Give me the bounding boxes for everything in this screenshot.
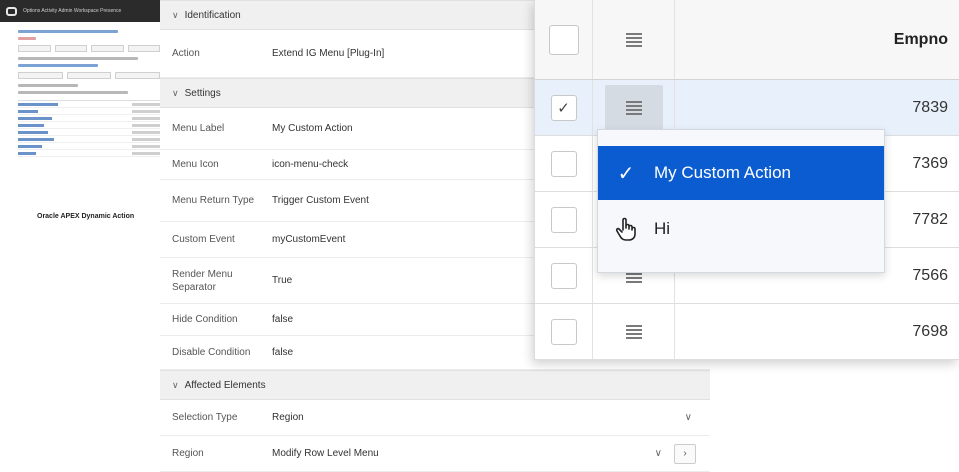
prop-label: Disable Condition: [172, 347, 251, 358]
prop-label: Render Menu Separator: [172, 268, 233, 293]
row-checkbox[interactable]: ✓: [550, 94, 577, 121]
empno-cell[interactable]: 7839: [675, 80, 959, 135]
check-icon: ✓: [617, 162, 635, 185]
collapse-chevron-icon: ∨: [172, 87, 179, 98]
prop-label: Region: [172, 448, 204, 459]
prop-label: Menu Return Type: [172, 195, 255, 206]
prop-value[interactable]: Modify Row Level Menu: [272, 448, 710, 459]
row-checkbox[interactable]: [550, 150, 577, 177]
chevron-down-icon[interactable]: ∨: [685, 412, 692, 423]
row-actions-button[interactable]: [604, 84, 663, 131]
prop-label: Selection Type: [172, 412, 238, 423]
prop-label: Menu Label: [172, 123, 225, 134]
select-all-checkbox[interactable]: [548, 24, 579, 55]
prop-label: Action: [172, 48, 200, 59]
go-to-region-button[interactable]: ›: [674, 443, 696, 464]
row-checkbox[interactable]: [550, 318, 577, 345]
menu-item-label: Hi: [654, 219, 671, 238]
hamburger-icon: [625, 324, 642, 339]
column-header-empno[interactable]: Empno: [675, 0, 959, 79]
prop-label: Custom Event: [172, 234, 235, 245]
prop-region[interactable]: Region Modify Row Level Menu ∨ ›: [160, 436, 710, 472]
table-row[interactable]: 7698: [535, 304, 959, 360]
collapse-chevron-icon: ∨: [172, 379, 179, 390]
menu-item-my-custom-action[interactable]: ✓ My Custom Action: [598, 146, 884, 200]
prop-label: Hide Condition: [172, 314, 238, 325]
section-title: Identification: [184, 9, 241, 21]
menu-item-hi[interactable]: Hi: [598, 202, 884, 256]
thumbnail-topbar: Options Activity Admin Workspace Presenc…: [0, 0, 160, 22]
prop-label: Menu Icon: [172, 159, 219, 170]
row-actions-menu: ✓ My Custom Action Hi: [597, 129, 885, 273]
collapse-chevron-icon: ∨: [172, 9, 179, 20]
section-title: Settings: [184, 87, 221, 99]
actions-menu-button[interactable]: [619, 25, 649, 55]
table-row[interactable]: ✓ 7839: [535, 80, 959, 136]
row-actions-button[interactable]: [619, 317, 649, 347]
empno-cell[interactable]: 7698: [675, 304, 959, 359]
thumbnail-nav: Options Activity Admin Workspace Presenc…: [23, 8, 122, 14]
prop-selection-type[interactable]: Selection Type Region ∨: [160, 400, 710, 436]
menu-item-label: My Custom Action: [654, 163, 791, 182]
row-checkbox[interactable]: [550, 206, 577, 233]
hamburger-icon: [625, 32, 642, 47]
apex-logo-icon: [6, 6, 17, 16]
builder-thumbnail: Options Activity Admin Workspace Presenc…: [0, 0, 160, 472]
chevron-down-icon[interactable]: ∨: [655, 448, 662, 459]
hamburger-icon: [625, 100, 642, 115]
row-checkbox[interactable]: [550, 262, 577, 289]
section-affected-elements[interactable]: ∨ Affected Elements: [160, 370, 710, 400]
section-title: Affected Elements: [184, 379, 266, 391]
thumbnail-body: [18, 26, 160, 157]
hand-pointer-icon: [598, 217, 654, 241]
grid-header-row: Empno: [535, 0, 959, 80]
prop-value[interactable]: Region: [272, 412, 710, 423]
thumbnail-caption: Oracle APEX Dynamic Action: [37, 213, 135, 220]
